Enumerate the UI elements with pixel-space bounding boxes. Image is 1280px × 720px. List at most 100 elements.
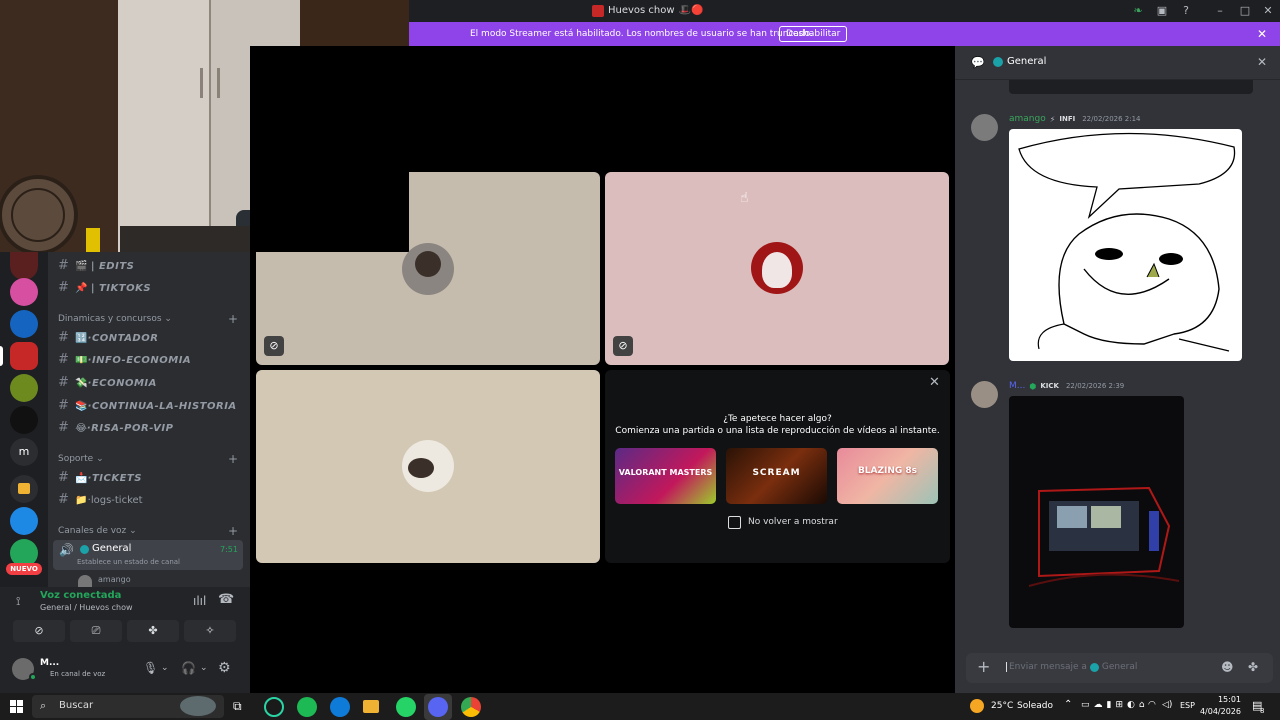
microphone-icon[interactable]: 🎙 [143,661,158,675]
channel-label: ·RISA-POR-VIP [86,423,174,434]
server-selected-indicator [0,346,3,366]
channel-label: ·TICKETS [87,473,142,484]
message-tag: KICK [1040,382,1059,390]
avatar [402,440,454,492]
whatsapp-icon[interactable] [396,697,416,717]
voice-channel-status[interactable]: Establece un estado de canal [77,558,180,566]
windows-start-icon[interactable] [10,700,23,713]
server-icon-1[interactable] [10,252,38,280]
edge-icon[interactable] [330,697,350,717]
chrome-icon[interactable] [461,697,481,717]
channel-continua-la-historia[interactable]: # 📚·CONTINUA-LA-HISTORIA [58,397,237,415]
app-icon-1[interactable] [264,697,284,717]
inbox-icon[interactable]: ▣ [1150,0,1174,22]
channel-tiktoks[interactable]: # 📌 | TIKTOKS [58,279,151,297]
hash-icon: # [58,420,69,435]
server-icon-3[interactable] [10,310,38,338]
task-view-icon[interactable]: ⧉ [233,699,242,714]
minimize-button[interactable]: – [1208,0,1232,22]
noise-suppression-icon[interactable]: ılıl [193,594,206,608]
disable-streamer-button[interactable]: Deshabilitar [779,26,848,42]
chevron-up-icon[interactable]: ⌃ [1064,699,1072,710]
meme-drawing [1018,132,1236,352]
game-blazing[interactable]: BLAZING 8s [837,448,938,504]
chevron-down-icon: ⌄ [164,314,172,324]
channel-emoji: 💵 [75,355,88,366]
soundboard-button[interactable]: ✧ [184,620,236,642]
activities-button[interactable]: ✤ [127,620,179,642]
server-icon-m[interactable]: m [10,438,38,466]
category-soporte[interactable]: Soporte ⌄ [58,452,104,466]
camera-off-button[interactable]: ⊘ [13,620,65,642]
window-title: Huevos chow 🎩🔴 [592,0,703,22]
spotify-icon[interactable] [297,697,317,717]
globe-icon [993,56,1003,67]
close-icon[interactable]: ✕ [929,375,940,390]
language-indicator[interactable]: ESP [1180,701,1195,710]
avatar [78,575,92,587]
clock-date[interactable]: 4/04/2026 [1199,707,1241,716]
category-label: Soporte [58,454,94,464]
channel-info-economia[interactable]: # 💵·INFO-ECONOMIA [58,351,191,369]
game-valorant[interactable]: VALORANT MASTERS [615,448,716,504]
channel-economia[interactable]: # 💸·ECONOMIA [58,374,157,392]
category-dinamicas[interactable]: Dinamicas y concursos ⌄ [58,312,172,326]
message-image-setup[interactable] [1009,396,1184,628]
weather-desc[interactable]: Soleado [1017,701,1053,711]
voice-member[interactable]: amango [98,575,131,587]
close-chat-icon[interactable]: ✕ [1257,55,1267,69]
folder-icon[interactable] [10,475,38,503]
avatar[interactable] [971,381,998,408]
clock-time[interactable]: 15:01 [1201,695,1241,704]
server-icon-8[interactable] [10,507,38,535]
add-channel-icon[interactable]: + [228,524,238,538]
maximize-button[interactable]: □ [1233,0,1257,22]
channel-tickets[interactable]: # 📩·TICKETS [58,469,142,487]
add-channel-icon[interactable]: + [228,312,238,326]
voice-connected-channel[interactable]: General / Huevos chow [40,603,133,612]
gear-icon[interactable]: ⚙ [218,660,231,676]
avatar[interactable] [971,114,998,141]
screen-share-button[interactable]: ⎚ [70,620,122,642]
add-channel-icon[interactable]: + [228,452,238,466]
globe-icon [1089,662,1099,672]
message-author[interactable]: amango [1009,114,1046,124]
server-icon-5[interactable] [10,374,38,402]
server-icon-2[interactable] [10,278,38,306]
notification-count: 8 [1260,707,1265,715]
chevron-down-icon[interactable]: ⌄ [200,663,208,673]
dont-show-checkbox[interactable] [728,516,741,529]
game-label: BLAZING 8s [857,466,918,476]
signal-icon[interactable]: ⟟ [16,594,20,609]
file-explorer-icon[interactable] [363,700,379,713]
leaf-icon[interactable]: ❧ [1126,0,1150,22]
close-window-button[interactable]: ✕ [1256,0,1280,22]
tray-icons[interactable]: ▭☁▮⊞◐⌂ [1081,700,1149,710]
headphones-icon[interactable]: 🎧 [181,661,196,675]
message-author[interactable]: M... [1009,381,1025,391]
message-image-meme[interactable] [1009,129,1242,361]
chevron-down-icon: ⌄ [129,526,137,536]
channel-edits[interactable]: # 🎬 | EDITS [58,257,134,275]
disconnect-icon[interactable]: ☎ [218,592,234,607]
channel-emoji: 📌 [75,283,88,294]
discord-icon[interactable] [428,697,448,717]
channel-logs-ticket[interactable]: # 📁·logs-ticket [58,491,143,509]
video-tile-1-top [409,172,600,252]
help-icon[interactable]: ? [1174,0,1198,22]
channel-risa-por-vip[interactable]: # 😂·RISA-POR-VIP [58,419,173,437]
close-banner-icon[interactable]: ✕ [1254,26,1270,42]
volume-icon[interactable]: ◁) [1162,700,1172,710]
category-voz[interactable]: Canales de voz ⌄ [58,524,137,538]
game-scream[interactable]: SCREAM [726,448,827,504]
apps-icon[interactable]: ✤ [1248,660,1258,674]
channel-contador[interactable]: # 🔢·CONTADOR [58,329,158,347]
server-icon-6[interactable] [10,406,38,434]
weather-temp[interactable]: 25°C [991,701,1013,711]
add-attachment-icon[interactable]: + [977,657,990,676]
chevron-down-icon[interactable]: ⌄ [161,663,169,673]
chat-input[interactable]: Enviar mensaje a General [1006,662,1137,672]
wifi-icon[interactable]: ◠ [1148,700,1156,710]
server-icon-huevos[interactable] [10,342,38,370]
emoji-icon[interactable]: ☻ [1221,660,1234,674]
